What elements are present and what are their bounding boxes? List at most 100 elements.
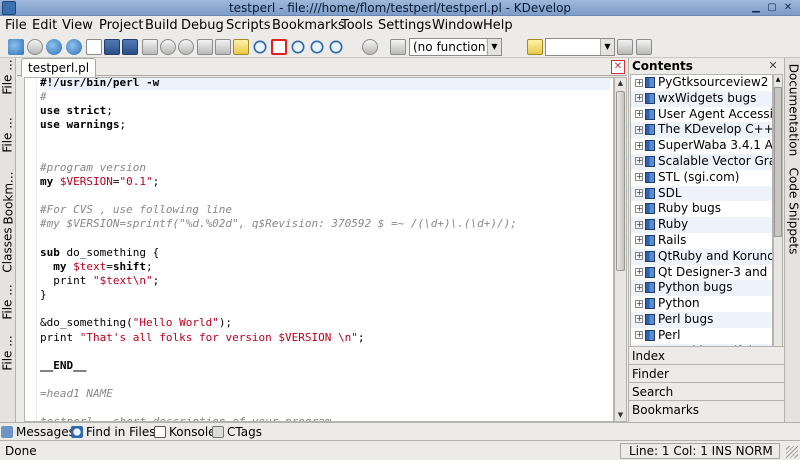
expand-icon[interactable]: +	[635, 78, 643, 87]
expand-icon[interactable]: +	[635, 236, 643, 245]
right-tab-documentation[interactable]: Documentation	[785, 62, 800, 158]
contents-scrollbar[interactable]: ▲ ▼	[773, 74, 783, 360]
expand-icon[interactable]: +	[635, 157, 643, 166]
contents-item[interactable]: + Ruby	[631, 217, 772, 233]
tab-ctags[interactable]: CTags	[211, 424, 262, 440]
tab-finder[interactable]: Finder	[629, 364, 784, 382]
expand-icon[interactable]: +	[635, 252, 643, 261]
menu-build[interactable]: Build	[145, 16, 178, 36]
fullscreen-icon[interactable]	[271, 39, 287, 55]
scroll-thumb[interactable]	[616, 91, 625, 271]
expand-icon[interactable]: +	[635, 94, 643, 103]
contents-item[interactable]: + SuperWaba 3.4.1 API	[631, 138, 772, 154]
menu-view[interactable]: View	[62, 16, 93, 36]
menu-bookmarks[interactable]: Bookmarks	[272, 16, 345, 36]
find-icon[interactable]	[252, 39, 268, 55]
zoom-in-icon[interactable]	[290, 39, 306, 55]
menu-project[interactable]: Project	[99, 16, 143, 36]
expand-icon[interactable]: +	[635, 331, 643, 340]
resize-grip[interactable]	[786, 446, 798, 458]
left-tab-classes[interactable]: Classes	[0, 227, 16, 272]
expand-icon[interactable]: +	[635, 220, 643, 229]
expand-icon[interactable]: +	[635, 299, 643, 308]
expand-icon[interactable]: +	[635, 189, 643, 198]
tab-testperl[interactable]: testperl.pl	[21, 58, 97, 77]
function-select[interactable]: (no function) ▼	[409, 38, 502, 56]
menu-file[interactable]: File	[5, 16, 27, 36]
contents-item[interactable]: + QtRuby and Korund...	[631, 248, 772, 265]
scroll-thumb[interactable]	[774, 87, 782, 237]
menu-edit[interactable]: Edit	[32, 16, 57, 36]
contents-item[interactable]: + wxWidgets bugs	[631, 90, 772, 107]
save-disabled-icon[interactable]	[617, 39, 633, 55]
search-replace-icon[interactable]	[328, 39, 344, 55]
left-tab-file-3[interactable]: File ...	[0, 284, 16, 320]
empty-select[interactable]: ▼	[545, 38, 615, 56]
expand-icon[interactable]: +	[635, 315, 643, 324]
redo-icon[interactable]	[178, 39, 194, 55]
menu-settings[interactable]: Settings	[378, 16, 431, 36]
editor-scrollbar[interactable]: ▲ ▼	[614, 77, 627, 422]
maximize-icon[interactable]: ▢	[766, 2, 778, 14]
copy-icon[interactable]	[215, 39, 231, 55]
contents-item[interactable]: + Perl bugs	[631, 311, 772, 328]
contents-item[interactable]: + User Agent Accessi...	[631, 107, 772, 123]
undo-icon[interactable]	[160, 39, 176, 55]
scroll-down-icon[interactable]: ▼	[616, 410, 625, 421]
menu-scripts[interactable]: Scripts	[226, 16, 270, 36]
contents-item[interactable]: + Qt Designer-3 and ...	[631, 265, 772, 281]
contents-item[interactable]: + PyGtksourceview2 ...	[631, 75, 772, 91]
tab-konsole[interactable]: Konsole	[153, 424, 216, 440]
contents-item[interactable]: + Scalable Vector Gra...	[631, 153, 772, 170]
panel-close-icon[interactable]: ✕	[767, 60, 779, 72]
tab-find-in-files[interactable]: Find in Files	[70, 424, 156, 440]
contents-item[interactable]: + Ruby bugs	[631, 201, 772, 217]
expand-icon[interactable]: +	[635, 125, 643, 134]
menu-debug[interactable]: Debug	[181, 16, 224, 36]
left-tab-file-2[interactable]: File ...	[0, 117, 16, 152]
back-icon[interactable]	[46, 39, 62, 55]
menu-window[interactable]: Window	[432, 16, 483, 36]
paste-icon[interactable]	[233, 39, 249, 55]
print-icon[interactable]	[142, 39, 158, 55]
open-project-icon[interactable]	[27, 39, 43, 55]
contents-item[interactable]: + STL (sgi.com)	[631, 170, 772, 186]
expand-icon[interactable]: +	[635, 141, 643, 150]
expand-icon[interactable]: +	[635, 110, 643, 119]
contents-item[interactable]: + The KDevelop C++ ...	[631, 122, 772, 139]
contents-tree[interactable]: + PyGtksourceview2 ... + wxWidgets bugs + Use…	[630, 74, 773, 360]
tab-messages[interactable]: Messages	[0, 424, 75, 440]
new-project-icon[interactable]	[8, 39, 24, 55]
new-file-icon[interactable]	[86, 39, 102, 55]
debug-icon[interactable]	[362, 39, 378, 55]
zoom-out-icon[interactable]	[309, 39, 325, 55]
tab-bookmarks[interactable]: Bookmarks	[629, 400, 784, 418]
contents-item[interactable]: + Rails	[631, 233, 772, 249]
close-document-icon[interactable]: ✕	[611, 60, 625, 74]
minimize-icon[interactable]: ▁	[750, 2, 762, 14]
chevron-down-icon[interactable]: ▼	[600, 39, 614, 55]
expand-icon[interactable]: +	[635, 173, 643, 182]
tab-index[interactable]: Index	[629, 346, 784, 364]
menu-help[interactable]: Help	[483, 16, 513, 36]
save-all-icon[interactable]	[122, 39, 138, 55]
cut-icon[interactable]	[197, 39, 213, 55]
scroll-up-icon[interactable]: ▲	[774, 75, 782, 85]
left-tab-bookmarks[interactable]: Bookm...	[0, 172, 16, 225]
close-icon[interactable]: ✕	[782, 2, 794, 14]
forward-icon[interactable]	[66, 39, 82, 55]
contents-item[interactable]: + SDL	[631, 185, 772, 202]
left-tab-file-4[interactable]: File ...	[0, 335, 16, 370]
class-icon[interactable]	[390, 39, 406, 55]
right-tab-code-snippets[interactable]: Code Snippets	[785, 162, 800, 260]
scroll-up-icon[interactable]: ▲	[616, 78, 625, 89]
expand-icon[interactable]: +	[635, 268, 643, 277]
chevron-down-icon[interactable]: ▼	[487, 39, 501, 55]
close-disabled-icon[interactable]	[636, 39, 652, 55]
save-icon[interactable]	[104, 39, 120, 55]
tab-search[interactable]: Search	[629, 382, 784, 400]
new-item-icon[interactable]	[527, 39, 543, 55]
expand-icon[interactable]: +	[635, 204, 643, 213]
menu-tools[interactable]: Tools	[341, 16, 373, 36]
left-tab-file-1[interactable]: File ...	[0, 59, 16, 94]
